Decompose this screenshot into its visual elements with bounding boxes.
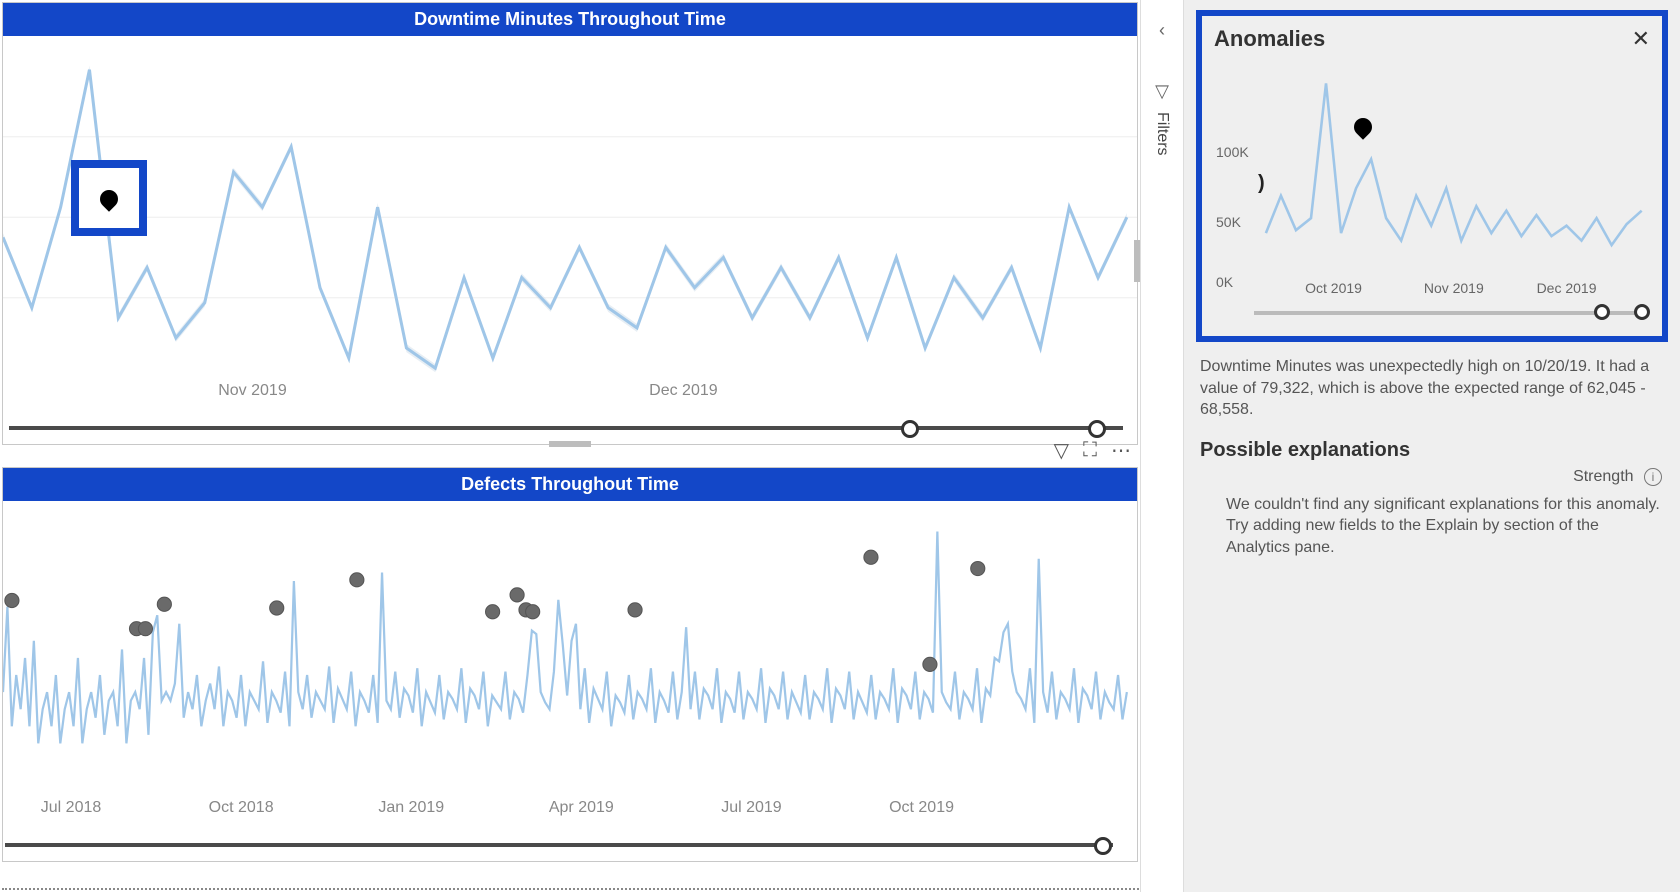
x-tick: Nov 2019 [1424,280,1484,296]
x-tick: Jan 2019 [378,799,444,817]
x-tick: Dec 2019 [649,382,718,400]
downtime-range-slider[interactable] [9,426,1123,430]
possible-explanations-heading: Possible explanations [1200,439,1664,462]
mini-range-slider[interactable] [1254,311,1644,315]
defects-slider-end[interactable] [1094,837,1112,855]
section-divider [2,888,1142,890]
more-options-icon[interactable]: ⋯ [1111,438,1131,463]
filters-rail: ‹ ▽ Filters [1140,0,1184,892]
x-tick: Nov 2019 [218,382,287,400]
anomalies-panel: Anomalies ✕ 100K 50K 0K ) Oct 2019Nov 20… [1184,0,1680,892]
downtime-chart-body[interactable]: Nov 2019 Dec 2019 [3,36,1137,444]
x-tick: Jul 2019 [721,799,782,817]
x-tick: Dec 2019 [1537,280,1597,296]
defects-chart-body[interactable]: Jul 2018 Oct 2018 Jan 2019 Apr 2019 Jul 2019… [3,501,1137,861]
mini-slider-end[interactable] [1634,304,1650,320]
filter-icon[interactable]: ▽ [1054,438,1069,463]
filters-label[interactable]: Filters [1153,112,1171,156]
mini-ytick-50k: 50K [1216,214,1241,230]
funnel-icon[interactable]: ▽ [1155,81,1169,102]
downtime-slider-end[interactable] [1088,420,1106,438]
defects-x-axis: Jul 2018 Oct 2018 Jan 2019 Apr 2019 Jul 2019… [3,799,1137,817]
defects-card-toolbar: ▽ ⛶ ⋯ [1054,438,1131,463]
x-tick: Jul 2018 [41,799,102,817]
focus-mode-icon[interactable]: ⛶ [1083,439,1097,462]
downtime-x-axis: Nov 2019 Dec 2019 [3,382,1137,400]
anomalies-card: Anomalies ✕ 100K 50K 0K ) Oct 2019Nov 20… [1196,10,1668,342]
axis-break-icon: ) [1258,172,1265,195]
close-icon[interactable]: ✕ [1632,26,1650,52]
collapse-filters-icon[interactable]: ‹ [1159,20,1165,41]
anomalies-mini-chart[interactable]: 100K 50K 0K ) Oct 2019Nov 2019Dec 2019 [1214,58,1650,318]
x-tick: Oct 2019 [889,799,954,817]
downtime-slider-start[interactable] [901,420,919,438]
strength-row: Strength i [1196,468,1668,486]
info-icon[interactable]: i [1644,468,1662,486]
x-tick: Apr 2019 [549,799,614,817]
anomalies-title: Anomalies [1214,26,1325,52]
x-tick: Oct 2019 [1305,280,1362,296]
explanations-body: We couldn't find any significant explana… [1226,494,1664,559]
defects-chart-card: ▽ ⛶ ⋯ Defects Throughout Time Jul 2018Oc… [2,467,1138,862]
mini-x-axis: Oct 2019 Nov 2019 Dec 2019 [1214,280,1650,296]
x-tick: Oct 2018 [209,799,274,817]
strength-label: Strength [1573,468,1633,485]
defects-chart-title: Defects Throughout Time [3,468,1137,501]
downtime-chart-title: Downtime Minutes Throughout Time [3,3,1137,36]
defects-range-slider[interactable] [5,843,1113,847]
anomaly-summary-text: Downtime Minutes was unexpectedly high o… [1200,356,1664,421]
selected-anomaly-highlight[interactable] [71,160,147,236]
mini-slider-start[interactable] [1594,304,1610,320]
mini-ytick-100k: 100K [1216,144,1249,160]
downtime-chart-card: Downtime Minutes Throughout Time Nov 201… [2,2,1138,445]
